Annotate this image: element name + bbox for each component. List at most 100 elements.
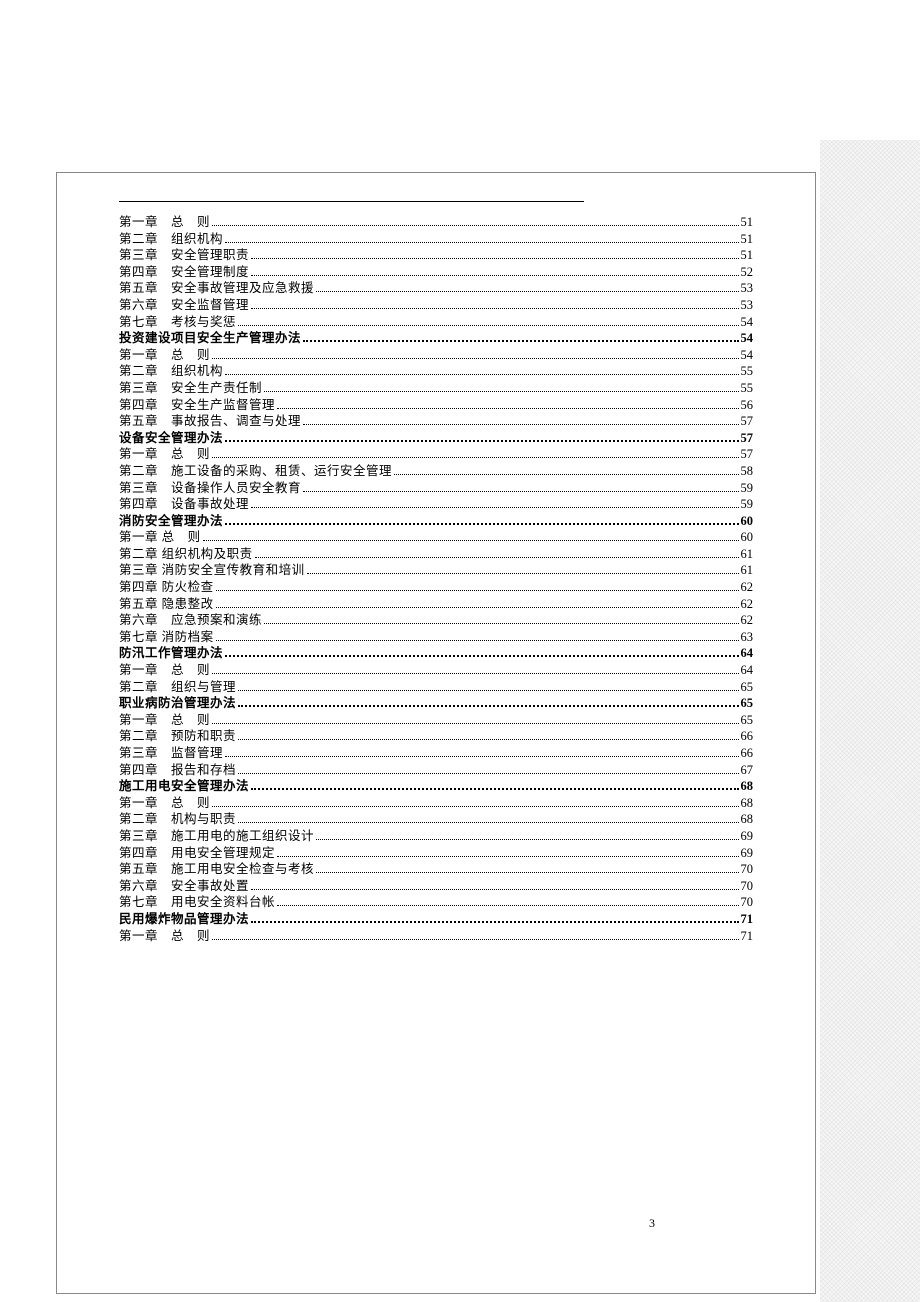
toc-page: 58 xyxy=(741,465,754,478)
toc-page: 61 xyxy=(741,548,754,561)
toc-row: 第一章 总 则60 xyxy=(119,531,753,544)
toc-row: 第三章 消防安全宣传教育和培训61 xyxy=(119,564,753,577)
toc-label: 第二章 施工设备的采购、租赁、运行安全管理 xyxy=(119,465,392,478)
toc-page: 65 xyxy=(741,697,754,710)
toc-page: 67 xyxy=(741,764,754,777)
toc-label: 第四章 用电安全管理规定 xyxy=(119,847,275,860)
toc-leader-dots xyxy=(251,275,738,276)
toc-row: 第二章 机构与职责68 xyxy=(119,813,753,826)
sidebar-texture xyxy=(820,140,920,1302)
toc-leader-dots xyxy=(238,705,738,707)
toc-label: 第六章 安全事故处置 xyxy=(119,880,249,893)
toc-page: 55 xyxy=(741,382,754,395)
toc-label: 第六章 应急预案和演练 xyxy=(119,614,262,627)
toc-label: 职业病防治管理办法 xyxy=(119,697,236,710)
toc-leader-dots xyxy=(251,258,738,259)
toc-label: 第一章 总 则 xyxy=(119,664,210,677)
toc-row: 第二章 组织机构51 xyxy=(119,233,753,246)
toc-row: 第四章 报告和存档 67 xyxy=(119,764,753,777)
toc-leader-dots xyxy=(212,806,738,807)
toc-leader-dots xyxy=(251,308,738,309)
toc-label: 第一章 总 则 xyxy=(119,797,210,810)
toc-row: 第四章 安全生产监督管理56 xyxy=(119,399,753,412)
toc-page: 64 xyxy=(741,647,754,660)
toc-page: 70 xyxy=(741,880,754,893)
toc-page: 66 xyxy=(741,730,754,743)
toc-row: 第二章 组织机构及职责61 xyxy=(119,548,753,561)
toc-page: 51 xyxy=(741,249,754,262)
toc-leader-dots xyxy=(303,424,738,425)
toc-row: 第三章 设备操作人员安全教育59 xyxy=(119,482,753,495)
toc-row: 第五章 施工用电安全检查与考核 70 xyxy=(119,863,753,876)
toc-page: 70 xyxy=(741,863,754,876)
toc-leader-dots xyxy=(277,856,738,857)
toc-page: 54 xyxy=(741,332,754,345)
toc-row: 第三章 监督管理 66 xyxy=(119,747,753,760)
toc-leader-dots xyxy=(225,440,738,442)
toc-leader-dots xyxy=(225,756,738,757)
toc-label: 第二章 组织与管理 xyxy=(119,681,236,694)
toc-row: 第三章 施工用电的施工组织设计69 xyxy=(119,830,753,843)
toc-leader-dots xyxy=(212,939,738,940)
toc-label: 第四章 安全生产监督管理 xyxy=(119,399,275,412)
toc-row: 第四章 设备事故处理59 xyxy=(119,498,753,511)
toc-row: 职业病防治管理办法 65 xyxy=(119,697,753,710)
toc-leader-dots xyxy=(238,773,738,774)
toc-row: 第一章 总 则 57 xyxy=(119,448,753,461)
toc-label: 第一章 总 则 xyxy=(119,216,210,229)
toc-page: 65 xyxy=(741,681,754,694)
toc-page: 57 xyxy=(741,448,754,461)
toc-label: 第五章 事故报告、调查与处理 xyxy=(119,415,301,428)
toc-row: 第六章 安全事故处置 70 xyxy=(119,880,753,893)
toc-row: 第一章 总 则51 xyxy=(119,216,753,229)
toc-page: 63 xyxy=(741,631,754,644)
toc-label: 投资建设项目安全生产管理办法 xyxy=(119,332,301,345)
toc-page: 62 xyxy=(741,581,754,594)
toc-label: 第一章 总 则 xyxy=(119,714,210,727)
toc-label: 民用爆炸物品管理办法 xyxy=(119,913,249,926)
toc-page: 69 xyxy=(741,847,754,860)
toc-leader-dots xyxy=(216,640,739,641)
toc-row: 第三章 安全管理职责51 xyxy=(119,249,753,262)
toc-label: 第七章 用电安全资料台帐 xyxy=(119,896,275,909)
toc-label: 第五章 隐患整改 xyxy=(119,598,214,611)
page-number: 3 xyxy=(649,1216,655,1231)
toc-label: 第一章 总 则 xyxy=(119,349,210,362)
toc-leader-dots xyxy=(264,391,738,392)
toc-label: 第一章 总 则 xyxy=(119,448,210,461)
toc-label: 第四章 报告和存档 xyxy=(119,764,236,777)
toc-label: 第七章 考核与奖惩 xyxy=(119,316,236,329)
toc-label: 施工用电安全管理办法 xyxy=(119,780,249,793)
toc-page: 68 xyxy=(741,797,754,810)
toc-label: 设备安全管理办法 xyxy=(119,432,223,445)
toc-row: 第五章 隐患整改62 xyxy=(119,598,753,611)
page-frame: 第一章 总 则51第二章 组织机构51第三章 安全管理职责51第四章 安全管理制… xyxy=(56,172,816,1294)
toc-row: 第三章 安全生产责任制55 xyxy=(119,382,753,395)
toc-row: 第五章 安全事故管理及应急救援53 xyxy=(119,282,753,295)
toc-label: 第二章 组织机构 xyxy=(119,365,223,378)
toc-page: 54 xyxy=(741,349,754,362)
toc-page: 68 xyxy=(741,780,754,793)
toc-row: 第六章 安全监督管理53 xyxy=(119,299,753,312)
toc-row: 第一章 总 则71 xyxy=(119,930,753,943)
toc-label: 第五章 施工用电安全检查与考核 xyxy=(119,863,314,876)
toc-leader-dots xyxy=(225,374,738,375)
toc-label: 第三章 监督管理 xyxy=(119,747,223,760)
toc-page: 69 xyxy=(741,830,754,843)
toc-label: 第一章 总 则 xyxy=(119,531,201,544)
toc-row: 第一章 总 则65 xyxy=(119,714,753,727)
toc-page: 61 xyxy=(741,564,754,577)
toc-row: 第四章 防火检查62 xyxy=(119,581,753,594)
toc-row: 第二章 预防和职责66 xyxy=(119,730,753,743)
toc-page: 64 xyxy=(741,664,754,677)
toc-row: 设备安全管理办法57 xyxy=(119,432,753,445)
toc-leader-dots xyxy=(255,557,739,558)
toc-leader-dots xyxy=(251,889,738,890)
toc-page: 66 xyxy=(741,747,754,760)
toc-row: 消防安全管理办法60 xyxy=(119,515,753,528)
toc-leader-dots xyxy=(225,655,738,657)
toc-row: 第二章 组织与管理 65 xyxy=(119,681,753,694)
toc-leader-dots xyxy=(251,921,738,923)
toc-row: 第一章 总 则 64 xyxy=(119,664,753,677)
toc-leader-dots xyxy=(303,340,738,342)
